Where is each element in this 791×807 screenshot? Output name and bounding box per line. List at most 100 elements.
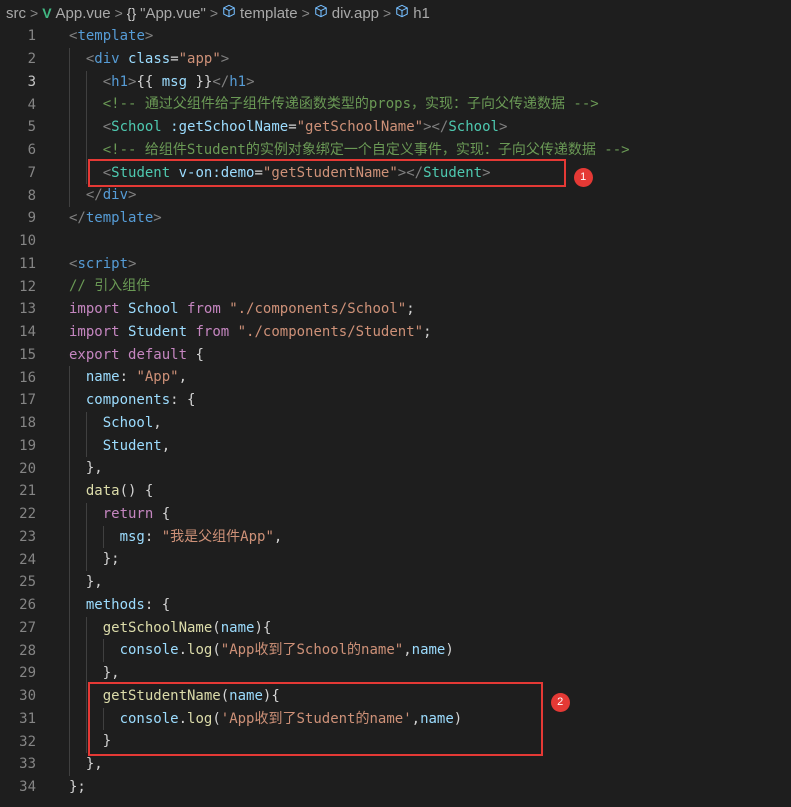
breadcrumb-item[interactable]: template (222, 4, 298, 22)
code-line[interactable]: 12 // 引入组件 (0, 275, 791, 298)
line-number: 23 (19, 528, 36, 545)
code-token: "App" (136, 369, 179, 386)
code-text: }; (103, 548, 120, 571)
code-token: ; (406, 301, 415, 317)
code-line[interactable]: 8 </div> (0, 184, 791, 207)
line-number: 27 (19, 619, 36, 636)
code-text: import School from "./components/School"… (69, 298, 415, 321)
code-token: from (195, 323, 230, 340)
line-number: 21 (19, 483, 36, 500)
line-number: 1 (27, 28, 36, 45)
code-token: > (153, 210, 162, 226)
code-token: > (144, 28, 154, 44)
line-number: 29 (19, 665, 36, 682)
line-number: 18 (19, 415, 36, 432)
breadcrumb-label: src (6, 4, 26, 22)
code-token: export (69, 346, 120, 363)
breadcrumb-item[interactable]: src (6, 5, 26, 22)
chevron-right-icon: > (383, 5, 392, 21)
code-line[interactable]: 9 </template> (0, 207, 791, 230)
code-line[interactable]: 24}; (0, 548, 791, 571)
code-line[interactable]: 16 name: "App", (0, 366, 791, 389)
code-token: }; (102, 551, 120, 568)
code-line[interactable]: 1 <template> (0, 25, 791, 48)
line-number: 32 (19, 733, 36, 750)
breadcrumb-label: "App.vue" (140, 4, 206, 22)
line-number: 25 (19, 574, 36, 591)
code-token: template (77, 28, 145, 44)
code-editor[interactable]: 1 <template> 2 <div class="app"> 3 <h1>{{ msg… (0, 25, 791, 807)
code-token: < (102, 119, 112, 135)
code-line[interactable]: 27 getSchoolName(name){ (0, 617, 791, 640)
breadcrumb-item[interactable]: V App.vue (42, 5, 110, 22)
line-number: 14 (19, 324, 36, 341)
code-line[interactable]: 25}, (0, 571, 791, 594)
code-line[interactable]: 3 <h1>{{ msg }}</h1> (0, 71, 791, 94)
code-token: import (69, 301, 120, 317)
code-line[interactable]: 11 <script> (0, 253, 791, 276)
code-token: // 引入组件 (69, 278, 151, 295)
code-line[interactable]: 14 import Student from "./components/Stud… (0, 321, 791, 344)
line-number: 8 (27, 187, 36, 204)
breadcrumb: src > V App.vue >{} "App.vue" > template > div.ap… (0, 0, 791, 26)
code-line[interactable]: 13 import School from "./components/Schoo… (0, 298, 791, 321)
indent-guide (102, 639, 104, 662)
code-token: { (153, 505, 171, 522)
line-number: 10 (19, 233, 36, 250)
line-number: 4 (27, 96, 36, 113)
code-text: <div class="app"> (86, 48, 229, 71)
code-line[interactable]: 5 <School :getSchoolName="getSchoolName">… (0, 116, 791, 139)
code-line[interactable]: 20}, (0, 457, 791, 480)
code-line[interactable]: 33}, (0, 753, 791, 776)
code-text: console.log("App收到了School的name",name) (120, 639, 454, 662)
code-text: }, (86, 753, 103, 776)
code-line[interactable]: 21 data() { (0, 480, 791, 503)
line-number: 34 (19, 779, 36, 796)
code-token: ) (445, 642, 454, 659)
code-line[interactable]: 23 msg: "我是父组件App", (0, 526, 791, 549)
code-line[interactable]: 18 School, (0, 412, 791, 435)
line-number: 9 (27, 210, 36, 227)
cube-icon (222, 4, 236, 22)
code-token: h1 (111, 73, 129, 90)
annotation-box (87, 158, 566, 188)
line-number: 6 (27, 142, 36, 159)
breadcrumb-item[interactable]: {} "App.vue" (127, 5, 206, 22)
code-token: "app" (178, 50, 221, 67)
chevron-right-icon: > (209, 5, 219, 21)
line-number: 24 (19, 551, 36, 568)
code-token: script (77, 255, 129, 272)
line-number: 17 (19, 392, 36, 409)
annotation-box (87, 681, 543, 756)
code-token: ; (423, 323, 432, 340)
breadcrumb-label: template (240, 4, 298, 22)
code-text: }; (69, 776, 86, 799)
code-line[interactable]: 28 console.log("App收到了School的name",name) (0, 639, 791, 662)
breadcrumb-item[interactable]: h1 (395, 4, 430, 22)
vue-icon: V (42, 5, 52, 21)
code-line[interactable]: 22 return { (0, 503, 791, 526)
indent-guide (69, 47, 70, 207)
breadcrumb-item[interactable]: div.app (314, 4, 379, 22)
code-line[interactable]: 15 export default { (0, 344, 791, 367)
line-number: 28 (19, 642, 36, 659)
code-token: data (85, 483, 120, 499)
code-token: }, (85, 460, 103, 477)
code-line[interactable]: 2 <div class="app"> (0, 48, 791, 71)
code-line[interactable]: 17 components: { (0, 389, 791, 412)
code-line[interactable]: 19 Student, (0, 435, 791, 458)
line-number: 5 (27, 119, 36, 136)
code-line[interactable]: 4 <!-- 通过父组件给子组件传递函数类型的props，实现：子向父传递数据 -… (0, 93, 791, 116)
code-token: h1 (229, 73, 247, 90)
code-line[interactable]: 10 (0, 230, 791, 253)
code-token: name (85, 369, 120, 386)
code-line[interactable]: 34}; (0, 776, 791, 799)
code-text: <script> (69, 253, 136, 276)
code-token: }, (102, 665, 120, 681)
code-line[interactable]: 26 methods: { (0, 594, 791, 617)
chevron-right-icon: > (114, 5, 123, 21)
